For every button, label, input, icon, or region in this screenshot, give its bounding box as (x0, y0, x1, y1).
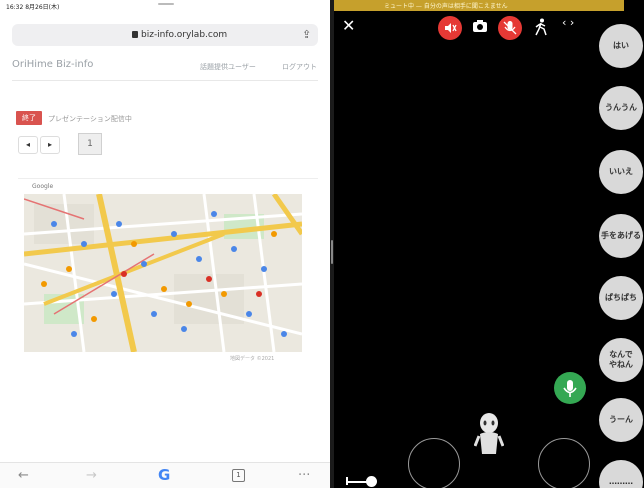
browser-toolbar: ← → G 1 ··· (0, 462, 330, 488)
close-icon[interactable]: ✕ (342, 16, 355, 35)
url-text: biz-info.orylab.com (141, 30, 228, 40)
gesture-button-nande-yanen[interactable]: なんで やねん (599, 338, 643, 382)
code-brackets-icon[interactable]: ‹ › (562, 16, 574, 29)
status-time: 16:32 8月26日(木) (6, 4, 60, 11)
back-arrow-icon[interactable]: ← (18, 468, 29, 483)
avatar-control-pane: ミュート中 — 自分の声は相手に聞こえません ✕ ‹ › はい うんうん いいえ… (334, 0, 644, 488)
nav-link-user[interactable]: 話題提供ユーザー (200, 62, 256, 72)
mic-muted-icon[interactable] (498, 16, 522, 40)
gesture-button-hmm[interactable]: うーん (599, 398, 643, 442)
camera-icon[interactable] (472, 18, 488, 38)
left-joystick[interactable] (408, 438, 460, 488)
slide-frame: Google 地図データ ©2021 (18, 178, 318, 363)
gesture-button-no[interactable]: いいえ (599, 150, 643, 194)
mic-icon[interactable] (554, 372, 586, 404)
split-divider-handle[interactable] (331, 240, 333, 264)
right-joystick[interactable] (538, 438, 590, 488)
end-presentation-button[interactable]: 終了 (16, 111, 42, 125)
prev-page-button[interactable]: ◂ (18, 136, 38, 154)
gesture-button-raise-hand[interactable]: 手をあげる (599, 214, 643, 258)
forward-arrow-icon[interactable]: → (86, 468, 97, 483)
multitask-handle[interactable] (158, 3, 174, 5)
site-header: OriHime Biz-info 話題提供ユーザー ログアウト (12, 56, 318, 76)
share-icon[interactable]: ⇪ (302, 28, 311, 41)
next-page-button[interactable]: ▸ (40, 136, 60, 154)
site-title[interactable]: OriHime Biz-info (12, 59, 93, 70)
tabs-icon[interactable]: 1 (232, 469, 245, 482)
map-credit: 地図データ ©2021 (230, 356, 275, 362)
robot-avatar-icon (473, 412, 505, 460)
page-number: 1 (78, 133, 102, 155)
walk-icon[interactable] (534, 18, 548, 40)
split-screen: 16:32 8月26日(木) biz-info.orylab.com ⇪ Ori… (0, 0, 644, 488)
header-divider (12, 80, 318, 81)
lock-icon (132, 31, 138, 38)
mute-banner: ミュート中 — 自分の声は相手に聞こえません (334, 0, 624, 11)
mute-banner-text: ミュート中 — 自分の声は相手に聞こえません (384, 3, 508, 10)
more-icon[interactable]: ··· (298, 468, 310, 483)
presenting-status: プレゼンテーション配信中 (48, 115, 132, 123)
slide-source-label: Google (32, 183, 54, 190)
gesture-button-clap[interactable]: ぱちぱち (599, 276, 643, 320)
gesture-button-yes[interactable]: はい (599, 24, 643, 68)
address-bar[interactable]: biz-info.orylab.com ⇪ (12, 24, 318, 46)
browser-pane: 16:32 8月26日(木) biz-info.orylab.com ⇪ Ori… (0, 0, 330, 488)
gesture-button-nod[interactable]: うんうん (599, 86, 643, 130)
volume-slider-knob[interactable] (366, 476, 377, 487)
map-image (24, 194, 302, 352)
google-icon[interactable]: G (158, 466, 170, 484)
gesture-button-more[interactable]: ……… (599, 460, 643, 488)
nav-link-logout[interactable]: ログアウト (282, 62, 317, 72)
speaker-muted-icon[interactable] (438, 16, 462, 40)
